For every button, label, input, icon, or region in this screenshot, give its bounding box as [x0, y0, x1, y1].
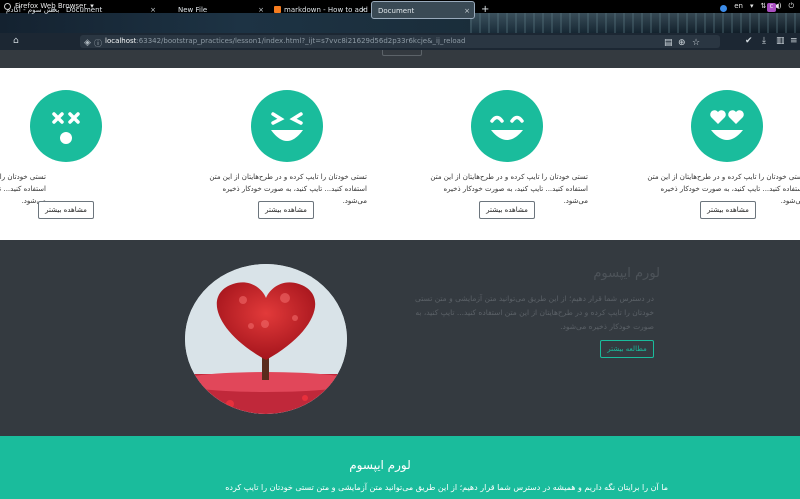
library-icon[interactable]: ▥	[776, 33, 785, 50]
tab-active[interactable]: Document ×	[371, 1, 475, 19]
stackoverflow-favicon-icon	[274, 6, 281, 13]
url-path: :63342/bootstrap_practices/lesson1/index…	[136, 37, 466, 45]
profile-avatar[interactable]: C	[767, 3, 776, 12]
laughing-face-icon	[251, 90, 323, 162]
language-indicator[interactable]: en	[734, 0, 743, 13]
card-more-button[interactable]: مشاهده بیشتر	[700, 201, 756, 219]
network-icon[interactable]: ⇅	[760, 0, 766, 13]
url-text[interactable]: localhost:63342/bootstrap_practices/less…	[105, 35, 525, 48]
section-text: ما آن را برایتان نگه داریم و همیشه در دس…	[225, 483, 668, 492]
section-text: در دسترس شما قرار دهیم؛ از این طریق می‌ت…	[415, 294, 654, 331]
url-bar[interactable]: ◈ ⓘ localhost:63342/bootstrap_practices/…	[80, 35, 720, 48]
card-more-button[interactable]: مشاهده بیشتر	[258, 201, 314, 219]
navbar-button[interactable]	[382, 50, 422, 56]
heart-eyes-face-icon	[691, 90, 763, 162]
intro-section: لورم ایپسوم ما آن را برایتان نگه داریم و…	[0, 436, 800, 499]
new-tab-button[interactable]: +	[481, 1, 489, 19]
card-more-button[interactable]: مشاهده بیشتر	[38, 201, 94, 219]
downloads-icon[interactable]: ⤓	[762, 33, 766, 50]
close-tab-icon[interactable]: ×	[150, 1, 156, 19]
close-tab-icon[interactable]: ×	[258, 1, 264, 19]
url-host: localhost	[105, 37, 137, 45]
tab-label: markdown - How to add	[284, 6, 368, 14]
pocket-icon[interactable]: ✔	[745, 33, 753, 50]
web-page: تستی خودتان را تایپ کرده و در طرح‌هایتان…	[0, 50, 800, 499]
about-section: لورم ایپسوم در دسترس شما قرار دهیم؛ از ا…	[0, 240, 800, 436]
navbar-remnant	[0, 50, 800, 68]
card-more-button[interactable]: مشاهده بیشتر	[479, 201, 535, 219]
home-icon[interactable]: ⌂	[13, 33, 19, 50]
tab[interactable]: بخش سوم - آکادم ×	[0, 1, 60, 19]
dizzy-face-icon	[30, 90, 102, 162]
system-tray[interactable]: en ▾ ⇅ ◀) ⏻	[720, 0, 794, 13]
screen: Firefox Web Browser ▾ چهارشنبه 16:55 en …	[0, 0, 800, 499]
power-icon[interactable]: ⏻	[788, 0, 794, 13]
chevron-down-icon: ▾	[749, 2, 754, 10]
tab-label: New File	[178, 6, 208, 14]
section-title: لورم ایپسوم	[349, 458, 411, 472]
navigation-bar: ⌂ ◈ ⓘ localhost:63342/bootstrap_practice…	[0, 33, 800, 50]
red-heart-tree-image	[185, 264, 347, 414]
section-title: لورم ایپسوم	[593, 266, 660, 281]
close-tab-icon[interactable]: ×	[50, 1, 56, 19]
menu-icon[interactable]: ≡	[790, 33, 798, 50]
close-tab-icon[interactable]: ×	[464, 2, 470, 18]
notification-icon[interactable]	[720, 4, 728, 12]
close-tab-icon[interactable]: ×	[360, 1, 366, 19]
tab[interactable]: markdown - How to add ×	[268, 1, 370, 19]
tab[interactable]: Document ×	[60, 1, 160, 19]
grinning-face-icon	[471, 90, 543, 162]
tab-label: Document	[378, 7, 415, 15]
tab-label: Document	[66, 6, 103, 14]
tab[interactable]: New File ×	[172, 1, 268, 19]
read-more-button[interactable]: مطالعه بیشتر	[600, 340, 654, 358]
